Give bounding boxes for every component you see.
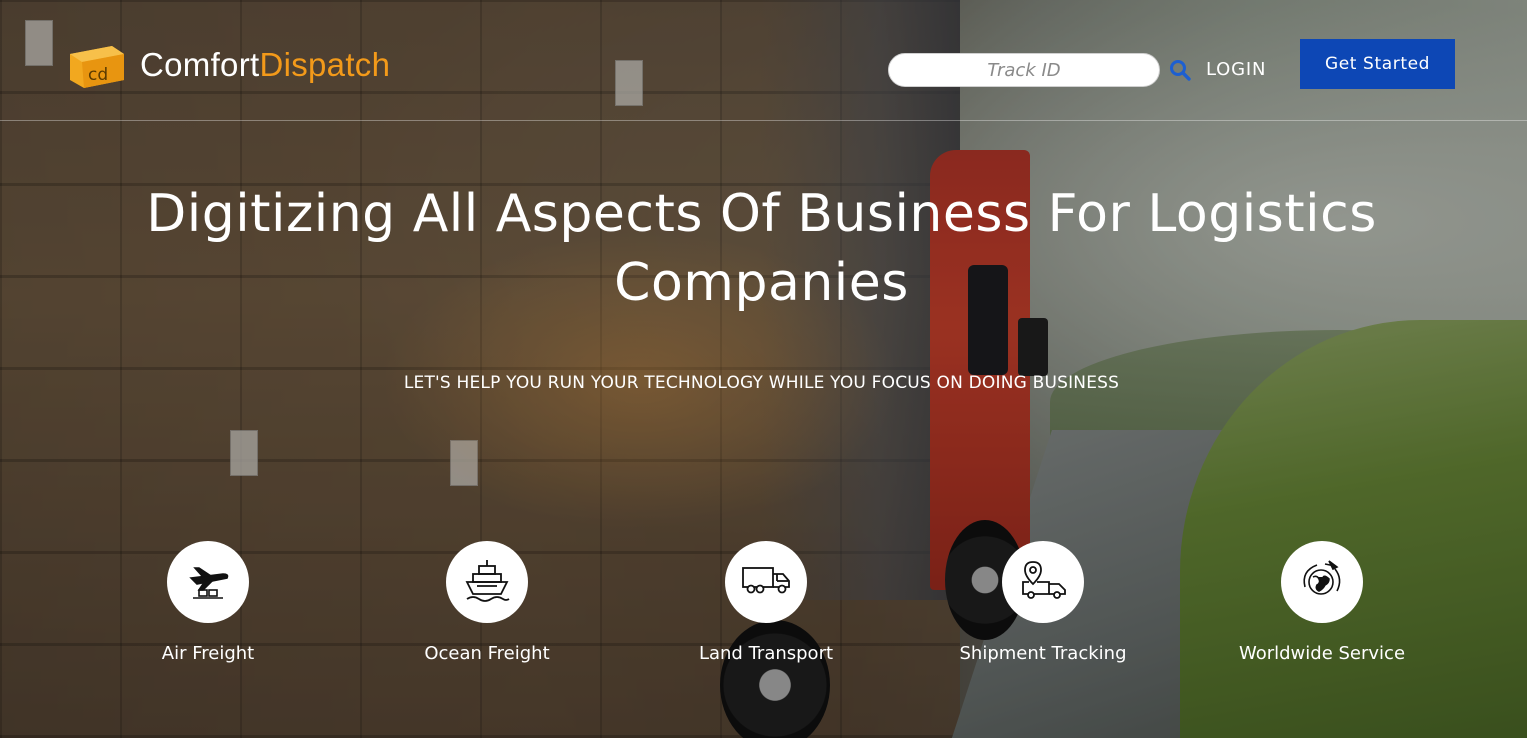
service-label: Air Freight xyxy=(161,643,255,664)
service-ocean-freight[interactable]: Ocean Freight xyxy=(357,541,617,664)
service-air-freight[interactable]: Air Freight xyxy=(78,541,338,664)
svg-text:cd: cd xyxy=(88,65,108,85)
service-label: Land Transport xyxy=(698,643,834,664)
brand-name: ComfortDispatch xyxy=(140,46,391,83)
service-icon-circle xyxy=(1002,541,1084,623)
service-label: Shipment Tracking xyxy=(959,643,1127,664)
service-icon-circle xyxy=(167,541,249,623)
globe-icon xyxy=(1299,557,1345,607)
service-icon-circle xyxy=(446,541,528,623)
ship-icon xyxy=(463,556,511,608)
truck-icon xyxy=(741,565,791,599)
hero-subheadline: LET'S HELP YOU RUN YOUR TECHNOLOGY WHILE… xyxy=(403,373,1120,393)
service-label: Worldwide Service xyxy=(1238,643,1406,664)
airplane-icon xyxy=(185,560,231,604)
service-label: Ocean Freight xyxy=(424,643,550,664)
hero-headline: Digitizing All Aspects Of Business For L… xyxy=(146,184,1377,313)
brand-logo-link[interactable]: cd ComfortDispatch xyxy=(66,40,390,90)
service-land-transport[interactable]: Land Transport xyxy=(636,541,896,664)
service-icon-circle xyxy=(725,541,807,623)
search-icon[interactable] xyxy=(1168,58,1192,82)
service-shipment-tracking[interactable]: Shipment Tracking xyxy=(913,541,1173,664)
service-worldwide[interactable]: Worldwide Service xyxy=(1192,541,1452,664)
service-icon-circle xyxy=(1281,541,1363,623)
track-id-field[interactable] xyxy=(888,53,1160,87)
site-header: cd ComfortDispatch LOGIN Get Started xyxy=(0,0,1527,120)
track-id-input[interactable] xyxy=(889,54,1159,86)
box-logo-icon: cd xyxy=(66,40,128,90)
tracking-truck-icon xyxy=(1019,560,1067,604)
get-started-button[interactable]: Get Started xyxy=(1300,39,1455,89)
header-divider xyxy=(0,120,1527,121)
login-link[interactable]: LOGIN xyxy=(1206,59,1266,80)
